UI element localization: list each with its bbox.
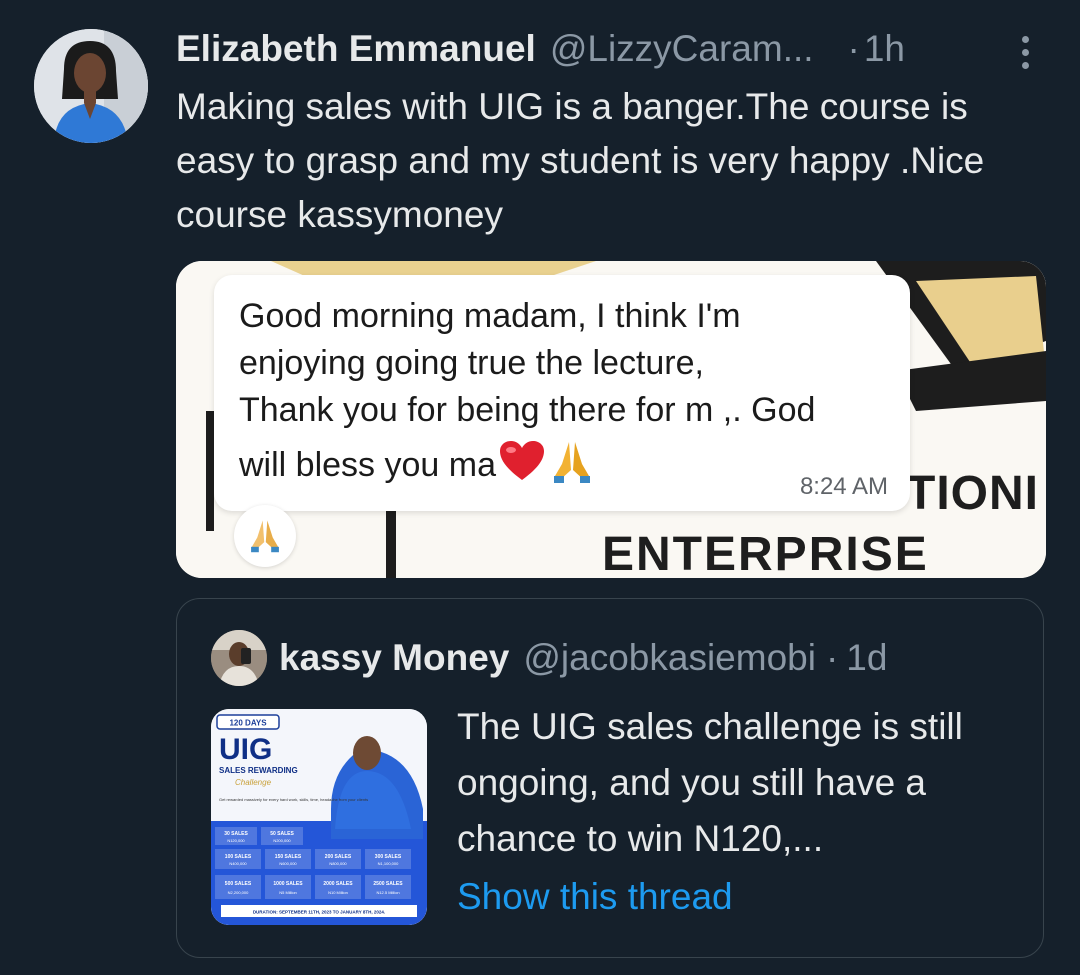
show-thread-link[interactable]: Show this thread [457, 869, 733, 925]
message-line: will bless you ma [239, 446, 496, 484]
thumb-title: UIG [219, 733, 272, 766]
author-avatar[interactable] [34, 29, 148, 143]
tier-reward: N800,000 [329, 861, 347, 866]
tier-sales: 2500 SALES [373, 881, 403, 887]
message-line: enjoying going true the lecture, [239, 344, 704, 382]
header-separator: · [847, 28, 860, 69]
more-vertical-icon[interactable] [1010, 32, 1040, 72]
tier-reward: N1,100,000 [378, 861, 399, 866]
tweet-timestamp[interactable]: 1h [864, 28, 905, 70]
author-display-name[interactable]: Elizabeth Emmanuel [176, 28, 536, 70]
thumb-duration: DURATION: SEPTEMBER 11TH, 2023 TO JANUAR… [253, 910, 385, 915]
thumb-blurb: Get rewarded massively for every hard wo… [219, 797, 368, 802]
tier-reward: N5 Million [279, 890, 297, 895]
tier-reward: N120,000 [227, 838, 245, 843]
quoted-display-name[interactable]: kassy Money [279, 637, 509, 679]
tier-sales: 150 SALES [275, 854, 302, 860]
tweet-header: Elizabeth Emmanuel @LizzyCaram... · 1h [176, 26, 1046, 72]
quoted-tweet-text: The UIG sales challenge is still ongoing… [457, 706, 963, 859]
message-line: Thank you for being there for m ,. God [239, 391, 816, 429]
thumb-badge: 120 DAYS [229, 719, 267, 728]
author-handle[interactable]: @LizzyCaram... [550, 28, 814, 70]
thumb-script: Challenge [235, 778, 272, 787]
quoted-separator: · [825, 637, 839, 678]
chat-message-text: Good morning madam, I think I'm enjoying… [239, 293, 909, 489]
quoted-header: kassy Money @jacobkasiemobi · 1d [279, 635, 887, 681]
tier-sales: 1000 SALES [273, 881, 303, 887]
tier-reward: N600,000 [279, 861, 297, 866]
tweet-media-image[interactable]: TIONI ENTERPRISE Good morning madam, I t… [176, 261, 1046, 578]
folded-hands-emoji-icon [251, 520, 279, 553]
chat-message-bubble: Good morning madam, I think I'm enjoying… [214, 275, 910, 511]
thumb-subtitle: SALES REWARDING [219, 766, 298, 775]
folded-hands-emoji-icon [553, 442, 590, 483]
tweet: Elizabeth Emmanuel @LizzyCaram... · 1h M… [0, 0, 1080, 975]
tier-sales: 200 SALES [325, 854, 352, 860]
message-reaction [234, 505, 296, 567]
tier-reward: N200,000 [273, 838, 291, 843]
tier-reward: N10 Million [328, 890, 348, 895]
quoted-media-thumbnail[interactable]: 120 DAYS UIG SALES REWARDING Challenge G… [211, 709, 427, 925]
message-line: Good morning madam, I think I'm [239, 297, 741, 335]
tier-reward: N400,000 [229, 861, 247, 866]
tier-sales: 100 SALES [225, 854, 252, 860]
chat-message-time: 8:24 AM [799, 473, 888, 500]
tier-reward: N12.5 Million [376, 890, 399, 895]
heart-emoji-icon [499, 441, 544, 480]
tier-sales: 300 SALES [375, 854, 402, 860]
quoted-timestamp[interactable]: 1d [846, 637, 887, 679]
background-text-1: TIONI [906, 467, 1039, 520]
tier-reward: N2,200,000 [228, 890, 249, 895]
background-text-2: ENTERPRISE [602, 528, 929, 578]
tweet-text: Making sales with UIG is a banger.The co… [176, 86, 985, 235]
tier-sales: 2000 SALES [323, 881, 353, 887]
tier-sales: 30 SALES [224, 831, 248, 837]
quoted-author-avatar[interactable] [211, 630, 267, 686]
quoted-handle[interactable]: @jacobkasiemobi [523, 637, 816, 679]
quoted-tweet[interactable]: kassy Money @jacobkasiemobi · 1d 120 DAY… [176, 598, 1044, 958]
tier-sales: 500 SALES [225, 881, 252, 887]
tier-sales: 50 SALES [270, 831, 294, 837]
